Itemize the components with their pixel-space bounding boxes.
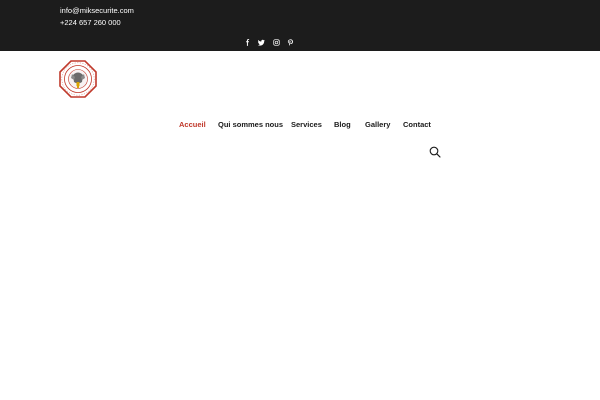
contact-email[interactable]: info@miksecurite.com — [60, 6, 134, 15]
company-seal-logo[interactable] — [59, 60, 97, 98]
facebook-icon[interactable] — [240, 37, 255, 47]
nav-item-services[interactable]: Services — [291, 120, 322, 129]
nav-item-qui-sommes-nous[interactable]: Qui sommes nous — [218, 120, 283, 129]
twitter-icon[interactable] — [255, 37, 270, 47]
social-links — [240, 37, 298, 47]
nav-item-contact[interactable]: Contact — [403, 120, 431, 129]
pinterest-icon[interactable] — [284, 37, 299, 47]
instagram-icon[interactable] — [269, 37, 284, 47]
contact-phone[interactable]: +224 657 260 000 — [60, 18, 121, 27]
nav-item-blog[interactable]: Blog — [334, 120, 351, 129]
nav-item-gallery[interactable]: Gallery — [365, 120, 390, 129]
top-bar: info@miksecurite.com +224 657 260 000 — [0, 0, 600, 51]
nav-item-accueil[interactable]: Accueil — [179, 120, 206, 129]
search-icon[interactable] — [429, 146, 441, 158]
